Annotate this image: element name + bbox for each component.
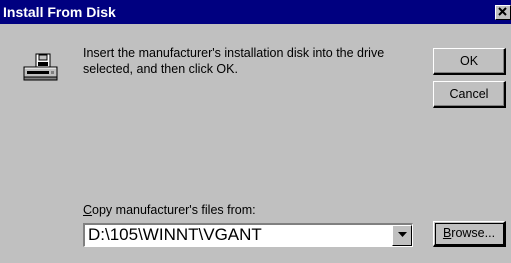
copy-from-label-mnemonic: C xyxy=(83,203,93,217)
instruction-line-2: selected, and then click OK. xyxy=(83,62,238,76)
browse-label-rest: rowse... xyxy=(451,226,496,240)
cancel-button[interactable]: Cancel xyxy=(433,81,506,108)
close-button[interactable] xyxy=(495,5,511,20)
ok-button[interactable]: OK xyxy=(433,48,506,75)
close-icon xyxy=(498,7,507,16)
copy-from-path-value[interactable]: D:\105\WINNT\VGANT xyxy=(88,225,262,245)
dropdown-button[interactable] xyxy=(392,225,412,246)
instruction-text: Insert the manufacturer's installation d… xyxy=(83,45,413,77)
window-title: Install From Disk xyxy=(3,4,116,20)
title-bar[interactable]: Install From Disk xyxy=(0,0,511,24)
browse-button[interactable]: Browse... xyxy=(433,221,506,247)
copy-from-combobox[interactable]: D:\105\WINNT\VGANT xyxy=(83,223,413,247)
install-from-disk-dialog: Install From Disk Insert the manufacture… xyxy=(0,0,511,263)
disk-drive-icon xyxy=(23,53,59,83)
instruction-line-1: Insert the manufacturer's installation d… xyxy=(83,46,385,60)
chevron-down-icon xyxy=(397,232,407,237)
copy-from-label: Copy manufacturer's files from: xyxy=(83,202,256,218)
copy-from-label-rest: opy manufacturer's files from: xyxy=(92,203,256,217)
